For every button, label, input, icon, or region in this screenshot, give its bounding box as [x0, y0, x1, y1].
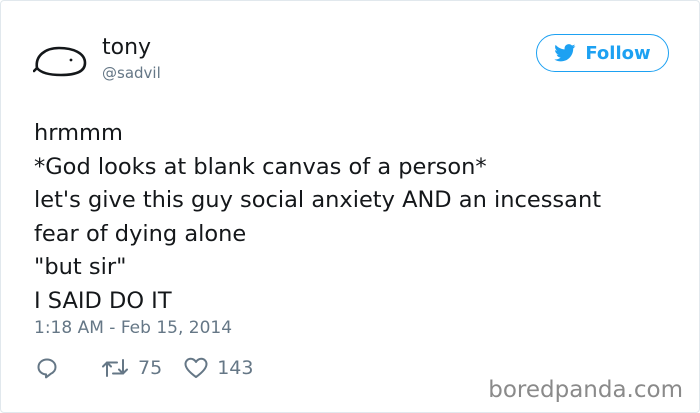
like-button[interactable]: 143: [184, 357, 253, 379]
reply-icon: [37, 358, 57, 379]
user-handle[interactable]: @sadvil: [102, 64, 161, 82]
avatar[interactable]: [33, 41, 89, 79]
twitter-bird-icon: [554, 44, 576, 62]
tweet-line: let's give this guy social anxiety AND a…: [34, 187, 602, 213]
tweet-card: tony @sadvil Follow hrmmm *God looks at …: [0, 0, 700, 413]
follow-button[interactable]: Follow: [536, 34, 669, 72]
user-name[interactable]: tony: [102, 35, 151, 60]
retweet-count: 75: [138, 357, 163, 379]
reply-button[interactable]: [36, 357, 58, 379]
tweet-line: fear of dying alone: [34, 220, 247, 247]
tweet-actions: 75 143: [36, 357, 253, 379]
retweet-button[interactable]: 75: [101, 357, 162, 379]
tweet-line: "but sir": [34, 254, 127, 280]
tweet-text: hrmmm *God looks at blank canvas of a pe…: [34, 117, 674, 318]
tweet-timestamp[interactable]: 1:18 AM - Feb 15, 2014: [34, 318, 232, 338]
heart-icon: [184, 357, 208, 378]
tweet-line: *God looks at blank canvas of a person*: [34, 153, 487, 180]
tweet-line: I SAID DO IT: [34, 287, 172, 314]
watermark: boredpanda.com: [488, 377, 683, 403]
like-count: 143: [217, 357, 254, 379]
retweet-icon: [102, 359, 128, 377]
tweet-line: hrmmm: [34, 120, 123, 146]
follow-label: Follow: [585, 42, 651, 64]
